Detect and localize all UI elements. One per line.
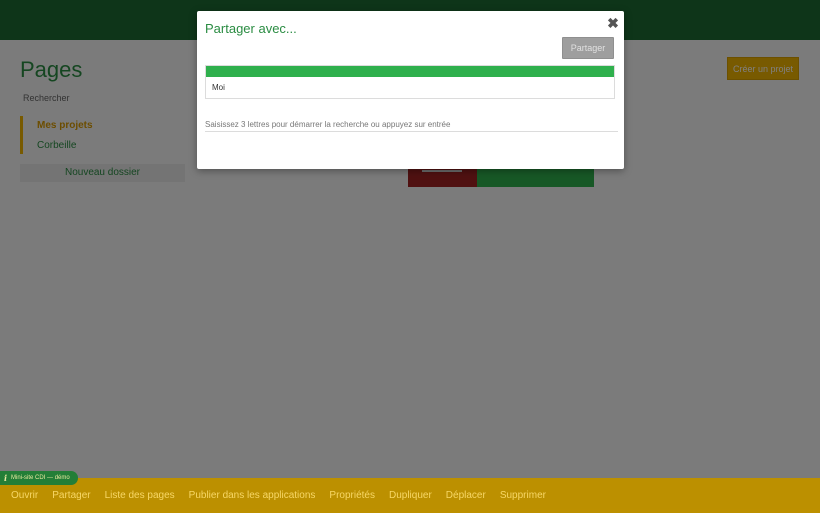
info-icon: i — [4, 473, 8, 483]
open-action[interactable]: Ouvrir — [11, 490, 38, 501]
shared-with-table: Moi — [205, 65, 615, 99]
table-header — [206, 66, 614, 77]
action-bar: Ouvrir Partager Liste des pages Publier … — [0, 478, 820, 513]
publish-action[interactable]: Publier dans les applications — [189, 490, 316, 501]
dialog-title: Partager avec... — [205, 21, 297, 36]
page-list-action[interactable]: Liste des pages — [105, 490, 175, 501]
duplicate-action[interactable]: Dupliquer — [389, 490, 432, 501]
properties-action[interactable]: Propriétés — [329, 490, 375, 501]
environment-label: Mini-site CDI — démo — [11, 475, 70, 481]
user-search-input[interactable] — [205, 118, 618, 132]
shared-user-row: Moi — [212, 83, 225, 92]
move-action[interactable]: Déplacer — [446, 490, 486, 501]
share-action[interactable]: Partager — [52, 490, 90, 501]
close-icon[interactable]: ✖ — [606, 15, 620, 31]
share-dialog: Partager avec... ✖ Partager Moi — [197, 11, 624, 169]
environment-badge[interactable]: i Mini-site CDI — démo — [0, 471, 78, 485]
share-button[interactable]: Partager — [562, 37, 614, 59]
delete-action[interactable]: Supprimer — [500, 490, 546, 501]
